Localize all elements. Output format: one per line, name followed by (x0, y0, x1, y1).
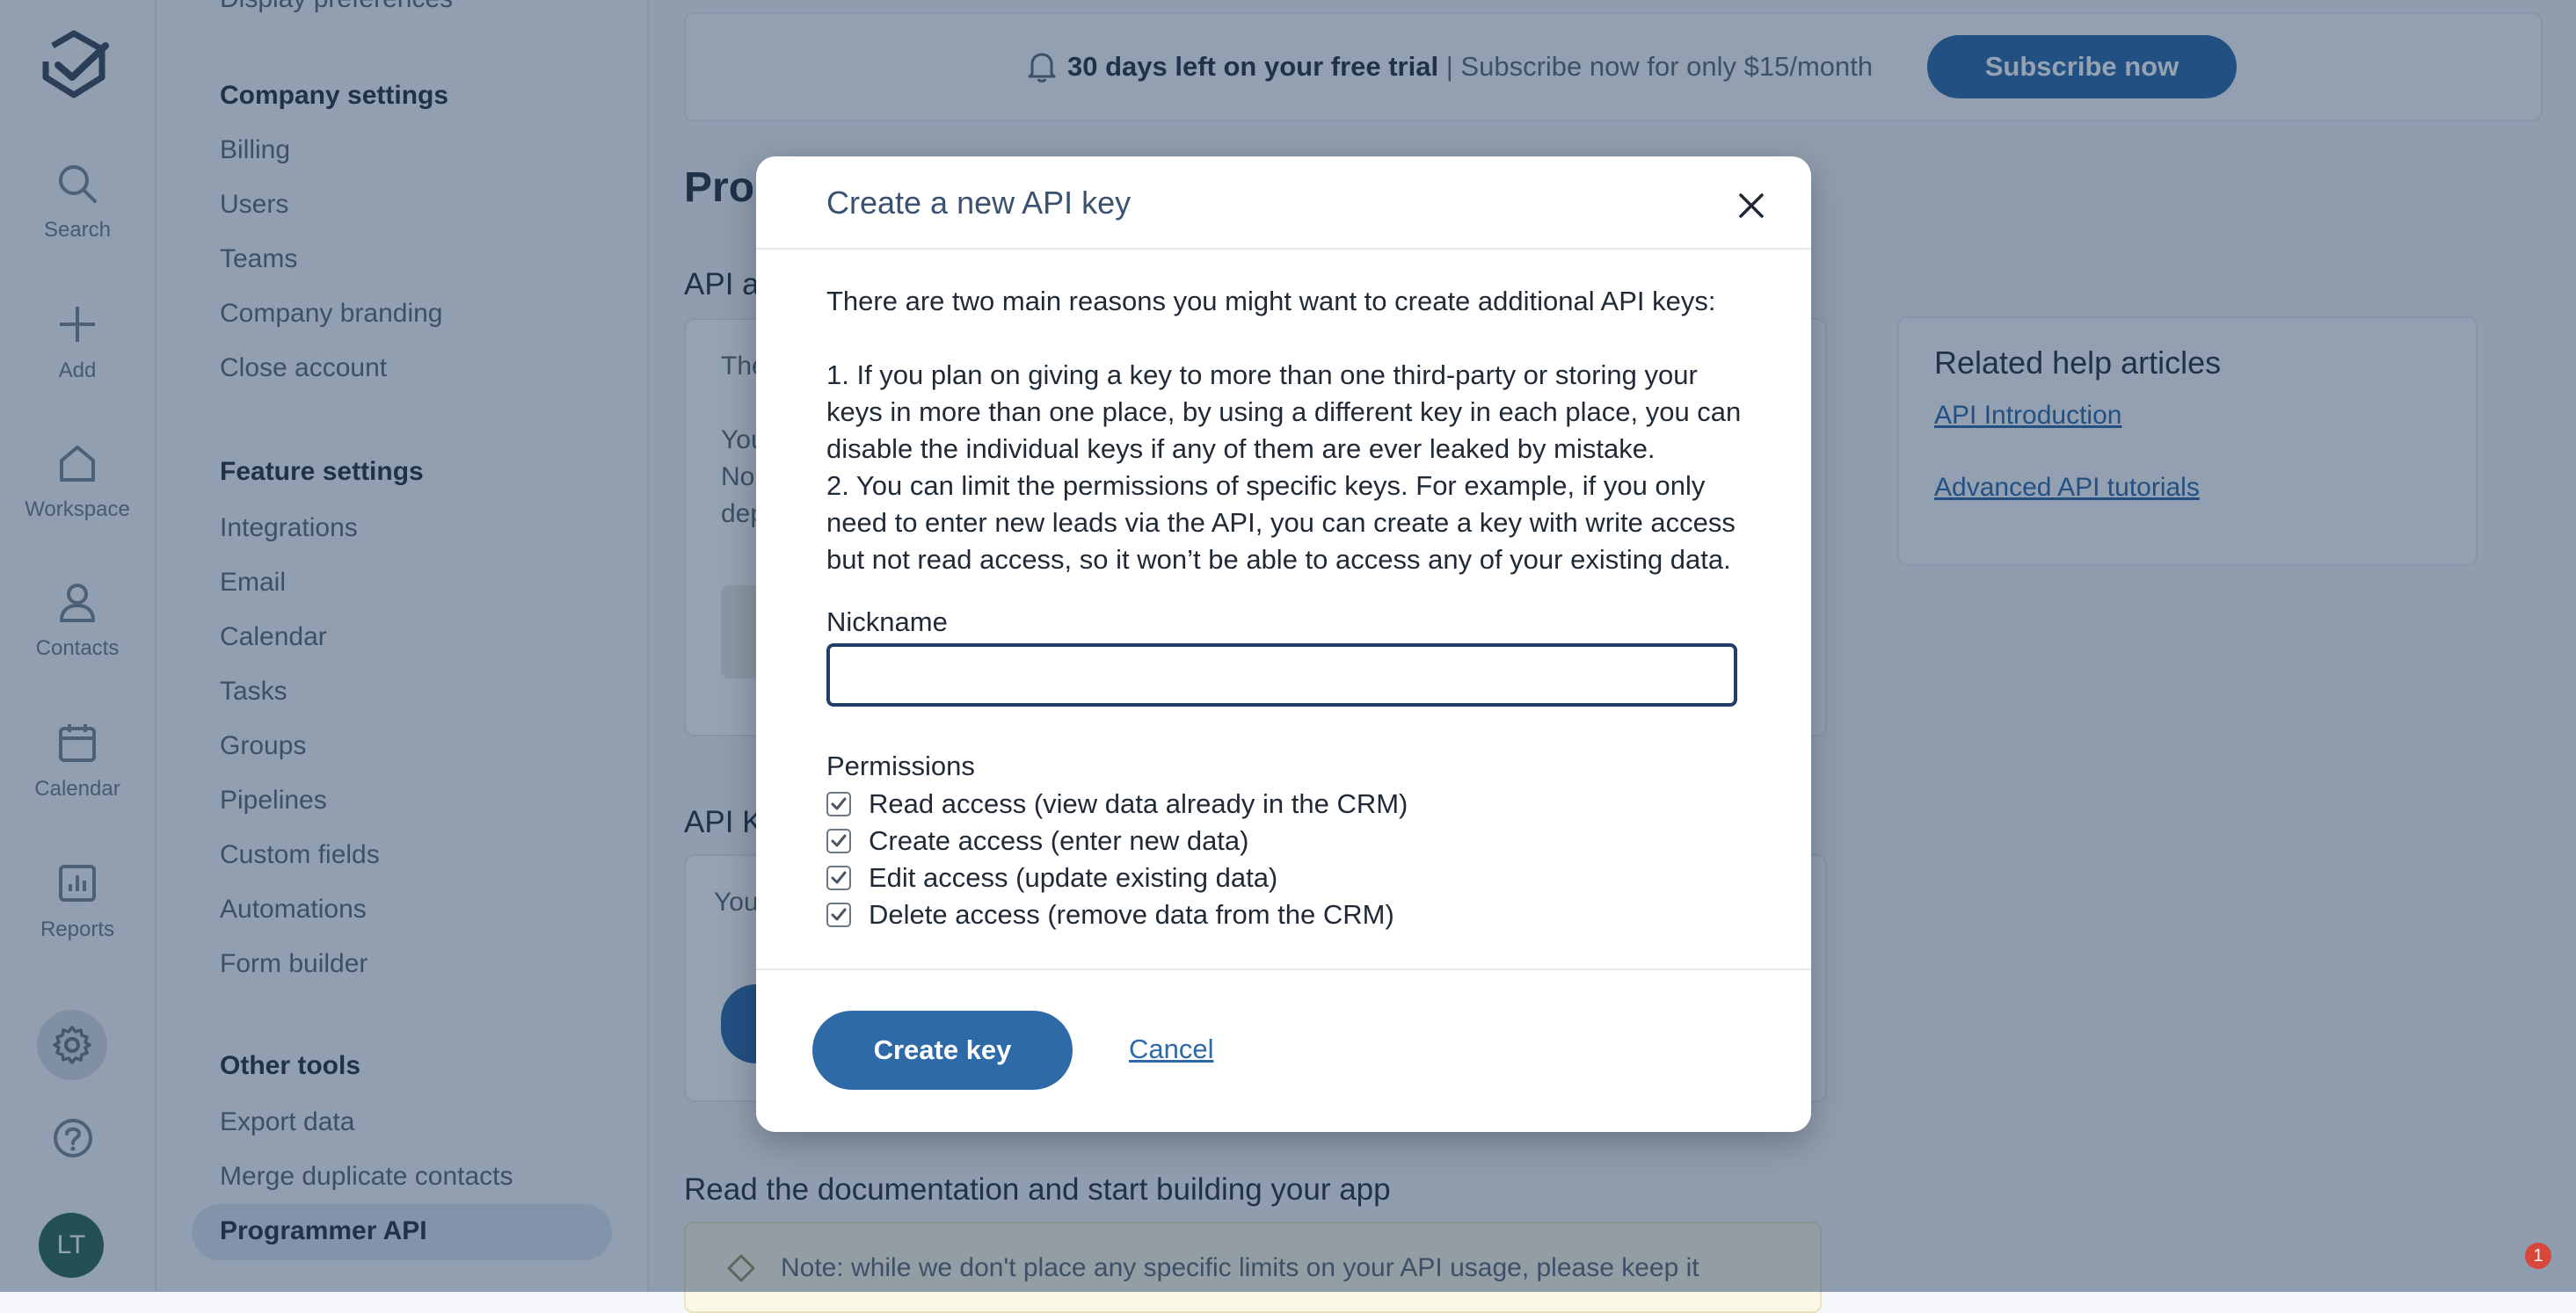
notification-badge[interactable]: 1 (2525, 1243, 2551, 1269)
dialog-header: Create a new API key (756, 156, 1811, 250)
dialog-reason-2: 2. You can limit the permissions of spec… (826, 470, 1736, 575)
dialog-footer: Create key Cancel (756, 968, 1811, 1132)
checkbox[interactable] (826, 792, 851, 816)
close-icon[interactable] (1737, 192, 1765, 220)
checkmark-icon (831, 834, 847, 847)
create-api-key-dialog: Create a new API key There are two main … (756, 156, 1811, 1132)
permission-edit-checkbox[interactable]: Edit access (update existing data) (826, 860, 1277, 896)
permission-label: Delete access (remove data from the CRM) (869, 899, 1394, 930)
permission-label: Edit access (update existing data) (869, 862, 1278, 893)
permission-delete-checkbox[interactable]: Delete access (remove data from the CRM) (826, 896, 1394, 933)
dialog-reason-1: 1. If you plan on giving a key to more t… (826, 359, 1742, 464)
permissions-label: Permissions (826, 751, 975, 781)
checkmark-icon (831, 797, 847, 810)
permission-label: Create access (enter new data) (869, 825, 1249, 856)
checkbox[interactable] (826, 866, 851, 890)
checkbox[interactable] (826, 903, 851, 927)
checkmark-icon (831, 908, 847, 921)
dialog-intro: There are two main reasons you might wan… (826, 286, 1716, 316)
checkbox[interactable] (826, 829, 851, 853)
permission-label: Read access (view data already in the CR… (869, 788, 1408, 819)
cancel-link[interactable]: Cancel (1129, 1034, 1214, 1065)
checkmark-icon (831, 871, 847, 884)
permission-create-checkbox[interactable]: Create access (enter new data) (826, 823, 1249, 860)
nickname-label: Nickname (826, 606, 948, 637)
create-key-button[interactable]: Create key (812, 1011, 1073, 1090)
nickname-input[interactable] (826, 643, 1737, 707)
dialog-title: Create a new API key (826, 185, 1132, 221)
permission-read-checkbox[interactable]: Read access (view data already in the CR… (826, 786, 1408, 823)
dialog-description: There are two main reasons you might wan… (826, 283, 1750, 578)
